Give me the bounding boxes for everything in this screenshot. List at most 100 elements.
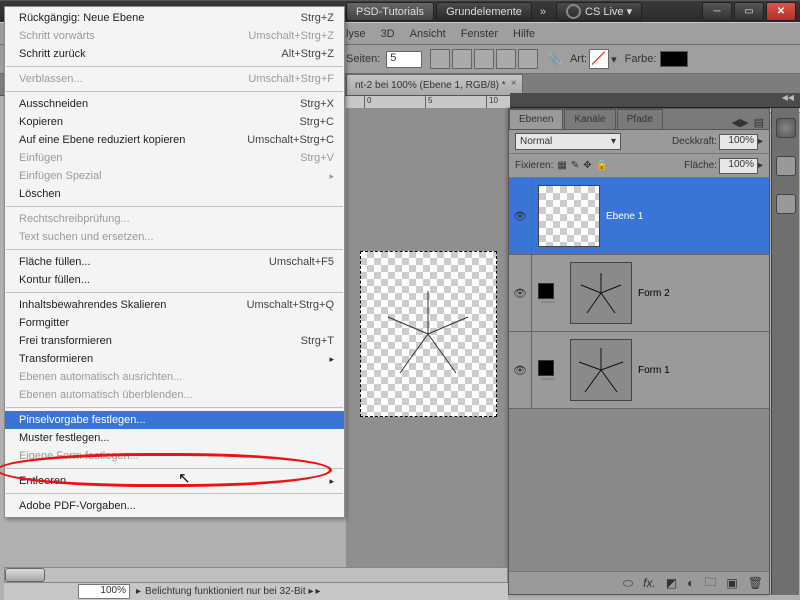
mask-icon[interactable]: ◩ [666,576,677,590]
menu-item[interactable]: Adobe PDF-Vorgaben... [5,497,344,515]
menu-item[interactable]: Schritt zurückAlt+Strg+Z [5,45,344,63]
layer-row[interactable]: 👁 Form 1 [509,332,769,409]
menu-item: Rechtschreibprüfung... [5,210,344,228]
tab-pfade[interactable]: Pfade [617,109,663,129]
menu-item[interactable]: KopierenStrg+C [5,113,344,131]
panel-dock [771,108,799,595]
menu-ansicht[interactable]: Ansicht [410,28,446,40]
lock-move-icon[interactable]: ✥ [583,160,591,171]
minimize-button[interactable]: ─ [702,2,732,21]
style-picker[interactable] [589,49,609,69]
document-tab[interactable]: nt-2 bei 100% (Ebene 1, RGB/8) * [346,74,523,95]
menu-item[interactable]: Löschen [5,185,344,203]
menu-item: Ebenen automatisch überblenden... [5,386,344,404]
layers-panel: Ebenen Kanäle Pfade ◀▶ ▤ Normal▾ Deckkraf… [508,108,770,595]
menu-item[interactable]: Kontur füllen... [5,271,344,289]
menu-item[interactable]: AusschneidenStrg+X [5,95,344,113]
opacity-label: Deckkraft: [672,136,717,147]
poly-option-2[interactable] [452,49,472,69]
cslive-button[interactable]: CS Live ▾ [556,2,642,21]
new-layer-icon[interactable]: ▣ [726,576,737,590]
menu-item: Schritt vorwärtsUmschalt+Strg+Z [5,27,344,45]
status-text: Belichtung funktioniert nur bei 32-Bit ▸ [145,586,313,597]
farbe-label: Farbe: [625,53,657,65]
menu-hilfe[interactable]: Hilfe [513,28,535,40]
more-icon[interactable]: » [540,6,546,18]
panel-prev-icon[interactable]: ◀▶ [732,116,749,129]
layers-panel-footer: ⬭ fx. ◩ ◐ 🗀 ▣ 🗑 [509,571,769,594]
lock-all-icon[interactable]: 🔒 [596,160,608,171]
tab-ebenen[interactable]: Ebenen [509,109,563,129]
menu-item[interactable]: Formgitter [5,314,344,332]
dock-color-icon[interactable] [776,118,796,138]
poly-option-4[interactable] [496,49,516,69]
status-bar: 100% ▸ Belichtung funktioniert nur bei 3… [4,582,508,600]
panel-menu-icon[interactable]: ▤ [754,116,764,129]
menu-item[interactable]: Fläche füllen...Umschalt+F5 [5,253,344,271]
menu-3d[interactable]: 3D [381,28,395,40]
star-shape-icon [360,251,497,417]
menu-analyse[interactable]: lyse [346,28,366,40]
lock-trans-icon[interactable]: ▦ [557,160,566,171]
menu-item: Verblassen...Umschalt+Strg+F [5,70,344,88]
adjustment-icon[interactable]: ◐ [687,576,694,590]
menu-item[interactable]: Inhaltsbewahrendes SkalierenUmschalt+Str… [5,296,344,314]
layer-thumb[interactable] [538,185,600,247]
layer-name[interactable]: Ebene 1 [606,211,643,222]
seiten-label: Seiten: [346,53,380,65]
menu-item: EinfügenStrg+V [5,149,344,167]
scrollbar-horizontal[interactable] [4,567,508,583]
menu-item[interactable]: Transformieren [5,350,344,368]
maximize-button[interactable]: ▭ [734,2,764,21]
blend-mode-select[interactable]: Normal▾ [515,133,621,150]
canvas-stage[interactable] [346,108,508,595]
layer-thumb[interactable] [570,339,632,401]
trash-icon[interactable]: 🗑 [748,576,763,590]
fill-input[interactable]: 100% [719,158,758,174]
layer-thumb[interactable] [570,262,632,324]
layer-row[interactable]: 👁 Ebene 1 [509,178,769,255]
menu-item[interactable]: Entleeren [5,472,344,490]
poly-option-1[interactable] [430,49,450,69]
menu-item[interactable]: Pinselvorgabe festlegen... [5,411,344,429]
visibility-icon[interactable]: 👁 [509,332,532,408]
workspace-psd[interactable]: PSD-Tutorials [346,2,434,21]
menu-item: Eigene Form festlegen... [5,447,344,465]
tab-kanaele[interactable]: Kanäle [564,109,615,129]
menu-fenster[interactable]: Fenster [461,28,498,40]
edit-menu: Rückgängig: Neue EbeneStrg+ZSchritt vorw… [4,6,345,518]
layer-mask-thumb[interactable] [538,283,554,299]
menu-item[interactable]: Muster festlegen... [5,429,344,447]
canvas[interactable] [360,251,497,417]
art-label: Art: [570,53,587,65]
opacity-input[interactable]: 100% [719,134,758,150]
menu-item[interactable]: Rückgängig: Neue EbeneStrg+Z [5,9,344,27]
lock-paint-icon[interactable]: ✎ [571,160,579,171]
visibility-icon[interactable]: 👁 [509,178,532,254]
fx-icon[interactable]: fx. [643,576,656,590]
lock-label: Fixieren: [515,160,553,171]
layer-list: 👁 Ebene 1 👁 Form 2 👁 Form 1 [509,178,769,409]
layer-name[interactable]: Form 1 [638,365,670,376]
visibility-icon[interactable]: 👁 [509,255,532,331]
menu-item[interactable]: Auf eine Ebene reduziert kopierenUmschal… [5,131,344,149]
link-icon[interactable]: ⬭ [623,576,633,591]
poly-option-5[interactable] [518,49,538,69]
workspace-grund[interactable]: Grundelemente [436,2,532,21]
panel-collapse-bar[interactable] [510,93,800,108]
dock-swatches-icon[interactable] [776,156,796,176]
layer-name[interactable]: Form 2 [638,288,670,299]
layer-mask-thumb[interactable] [538,360,554,376]
color-swatch[interactable] [660,51,688,67]
group-icon[interactable]: 🗀 [704,573,716,594]
seiten-input[interactable]: 5 [386,51,422,68]
menu-item: Text suchen und ersetzen... [5,228,344,246]
dock-styles-icon[interactable] [776,194,796,214]
poly-option-3[interactable] [474,49,494,69]
layer-row[interactable]: 👁 Form 2 [509,255,769,332]
menu-item: Einfügen Spezial [5,167,344,185]
fill-label: Fläche: [684,160,717,171]
close-button[interactable]: ✕ [766,2,796,21]
menu-item[interactable]: Frei transformierenStrg+T [5,332,344,350]
zoom-input[interactable]: 100% [78,584,130,599]
